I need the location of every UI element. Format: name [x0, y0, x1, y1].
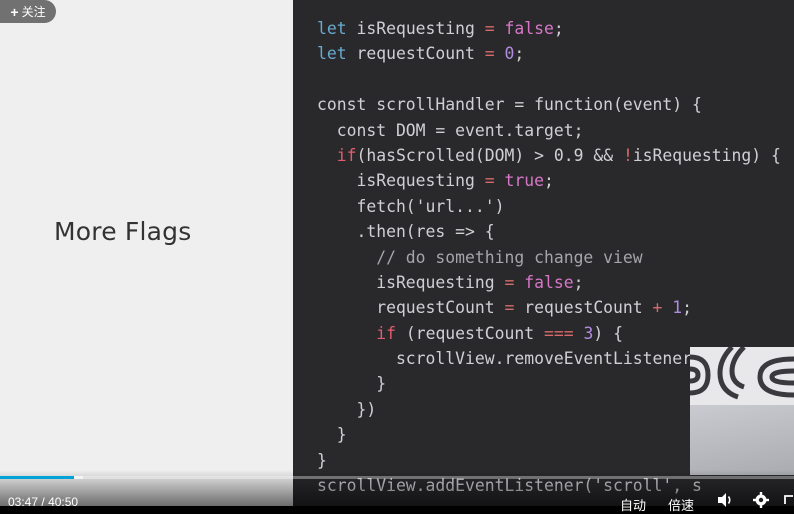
- follow-label: 关注: [21, 5, 46, 19]
- code-token: fetch('url...'): [317, 196, 505, 216]
- code-token: requestCount: [514, 298, 653, 318]
- code-token: const DOM = event.target;: [317, 120, 584, 140]
- wall-pattern-graphic: [690, 347, 794, 400]
- code-token: true: [504, 171, 544, 191]
- code-line: isRequesting = false;: [317, 270, 781, 295]
- duration: 40:50: [48, 495, 79, 509]
- code-token: ;: [553, 19, 564, 38]
- code-token: =: [484, 171, 495, 191]
- webcam-floor: [690, 405, 794, 475]
- code-token: }: [317, 425, 347, 445]
- code-line: if(hasScrolled(DOM) > 0.9 && !isRequesti…: [317, 143, 781, 168]
- code-line: fetch('url...'): [317, 194, 781, 219]
- code-token: isRequesting: [346, 19, 485, 38]
- time-display: 03:47 / 40:50: [8, 495, 78, 509]
- playback-speed-button[interactable]: 倍速: [668, 495, 694, 514]
- slide-title: More Flags: [54, 217, 192, 246]
- code-token: // do something change view: [317, 247, 643, 267]
- webcam-overlay: [690, 347, 794, 475]
- code-token: isRequesting: [317, 272, 505, 292]
- code-token: scrollView.removeEventListener: [317, 349, 692, 369]
- auto-quality-button[interactable]: 自动: [620, 495, 646, 514]
- code-line: if (requestCount === 3) {: [317, 321, 781, 346]
- code-token: +: [652, 298, 663, 318]
- code-token: const scrollHandler = function(event) {: [317, 95, 702, 115]
- code-token: }: [317, 374, 387, 394]
- progress-fill: [0, 476, 74, 479]
- code-token: requestCount: [346, 44, 485, 64]
- plus-icon: +: [10, 3, 19, 20]
- code-token: =: [484, 19, 495, 38]
- code-token: isRequesting: [317, 171, 485, 191]
- progress-bar[interactable]: [0, 476, 794, 479]
- code-token: }): [317, 399, 377, 419]
- code-line: .then(res => {: [317, 219, 781, 244]
- code-token: =: [504, 298, 515, 318]
- code-token: 1: [672, 298, 683, 318]
- code-token: ;: [514, 44, 525, 64]
- code-token: let: [317, 19, 347, 38]
- code-line: let requestCount = 0;: [317, 41, 781, 66]
- code-token: isRequesting) {: [632, 145, 781, 165]
- code-token: }: [317, 450, 327, 470]
- code-token: =: [504, 272, 515, 292]
- code-line: const scrollHandler = function(event) {: [317, 92, 781, 117]
- slide-panel: More Flags: [0, 0, 293, 506]
- code-token: requestCount: [317, 298, 505, 318]
- code-line: // do something change view: [317, 245, 781, 270]
- code-token: =: [484, 44, 495, 64]
- code-token: if: [376, 323, 396, 343]
- code-token: 3: [583, 323, 594, 343]
- code-line: requestCount = requestCount + 1;: [317, 295, 781, 320]
- code-token: (requestCount: [395, 323, 544, 343]
- code-line: let isRequesting = false;: [317, 16, 781, 41]
- code-token: false: [524, 272, 574, 292]
- code-token: ===: [544, 323, 574, 343]
- code-token: if: [336, 145, 357, 165]
- code-token: .then(res => {: [317, 222, 495, 242]
- code-token: ) {: [593, 323, 623, 343]
- code-token: ;: [573, 272, 584, 292]
- code-token: false: [504, 19, 554, 38]
- code-token: ;: [682, 298, 693, 318]
- code-token: !: [622, 145, 633, 165]
- code-token: (hasScrolled(DOM) > 0.9 &&: [356, 145, 623, 165]
- code-line: const DOM = event.target;: [317, 118, 781, 143]
- code-token: ;: [544, 171, 554, 191]
- code-token: 0: [504, 44, 515, 64]
- follow-button[interactable]: + 关注: [0, 0, 56, 23]
- time-separator: /: [41, 495, 45, 509]
- code-line: isRequesting = true;: [317, 168, 781, 193]
- code-token: let: [317, 44, 347, 64]
- current-time: 03:47: [8, 495, 39, 509]
